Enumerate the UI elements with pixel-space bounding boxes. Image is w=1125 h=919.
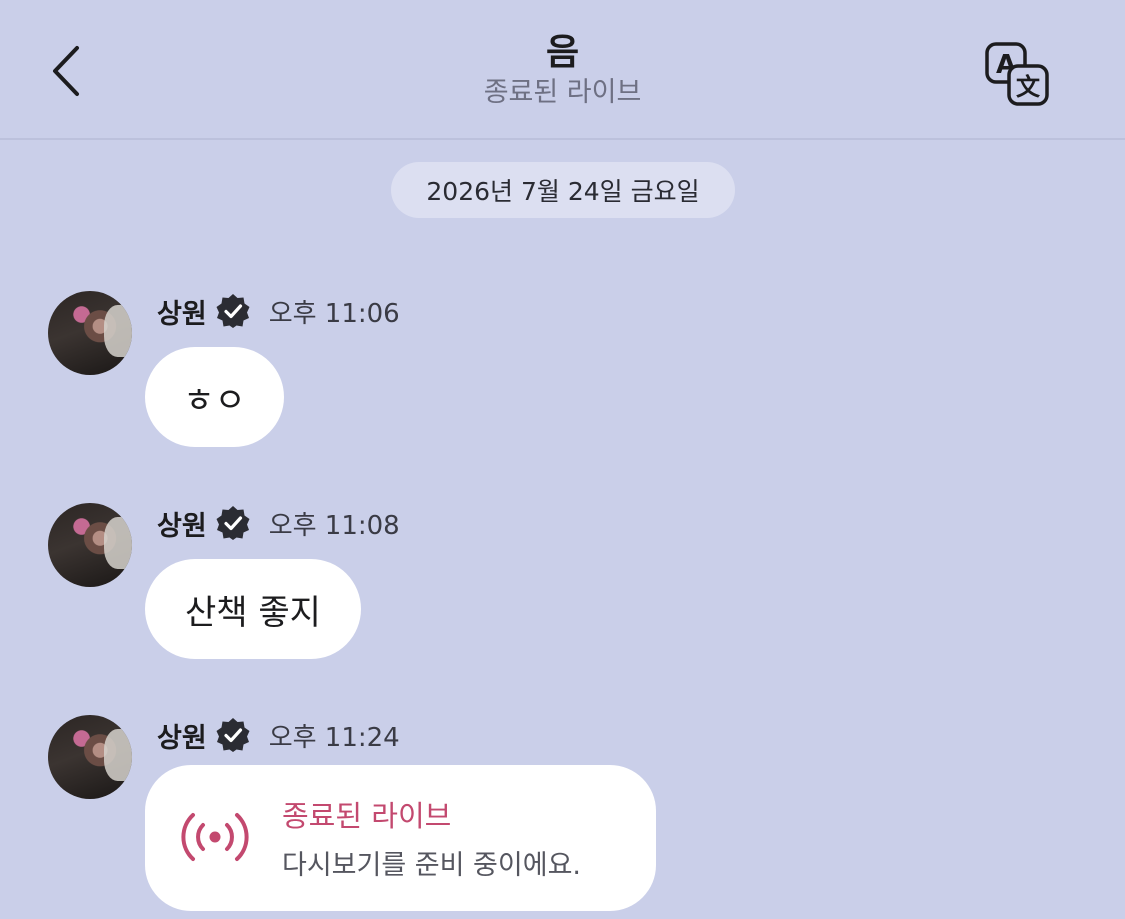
sender-name: 상원 (157, 722, 207, 754)
verified-badge-icon (215, 717, 251, 753)
avatar[interactable] (48, 503, 132, 587)
message-meta: 상원 오후 11:06 (157, 291, 400, 331)
message-time: 오후 11:06 (268, 298, 400, 329)
live-broadcast-icon (181, 813, 249, 861)
message-time: 오후 11:24 (268, 722, 400, 753)
message-bubble[interactable]: 산책 좋지 (145, 559, 361, 659)
translate-icon: A 文 (985, 42, 1049, 106)
svg-text:文: 文 (1016, 73, 1041, 101)
live-replay-card[interactable]: 종료된 라이브 다시보기를 준비 중이에요. (145, 765, 656, 911)
page-subtitle: 종료된 라이브 (483, 77, 642, 108)
message-bubble[interactable]: ㅎㅇ (145, 347, 284, 447)
date-divider: 2026년 7월 24일 금요일 (391, 162, 735, 218)
verified-badge-icon (215, 505, 251, 541)
chat-header: 음 종료된 라이브 A 文 (0, 0, 1125, 140)
verified-badge-icon (215, 293, 251, 329)
message-meta: 상원 오후 11:24 (157, 715, 400, 755)
message-meta: 상원 오후 11:08 (157, 503, 400, 543)
avatar[interactable] (48, 715, 132, 799)
translate-button[interactable]: A 文 (978, 36, 1058, 112)
avatar[interactable] (48, 291, 132, 375)
live-card-description: 다시보기를 준비 중이에요. (282, 850, 581, 881)
message-time: 오후 11:08 (268, 510, 400, 541)
sender-name: 상원 (157, 298, 207, 330)
live-card-title: 종료된 라이브 (282, 799, 452, 833)
page-title: 음 (545, 32, 580, 73)
sender-name: 상원 (157, 510, 207, 542)
